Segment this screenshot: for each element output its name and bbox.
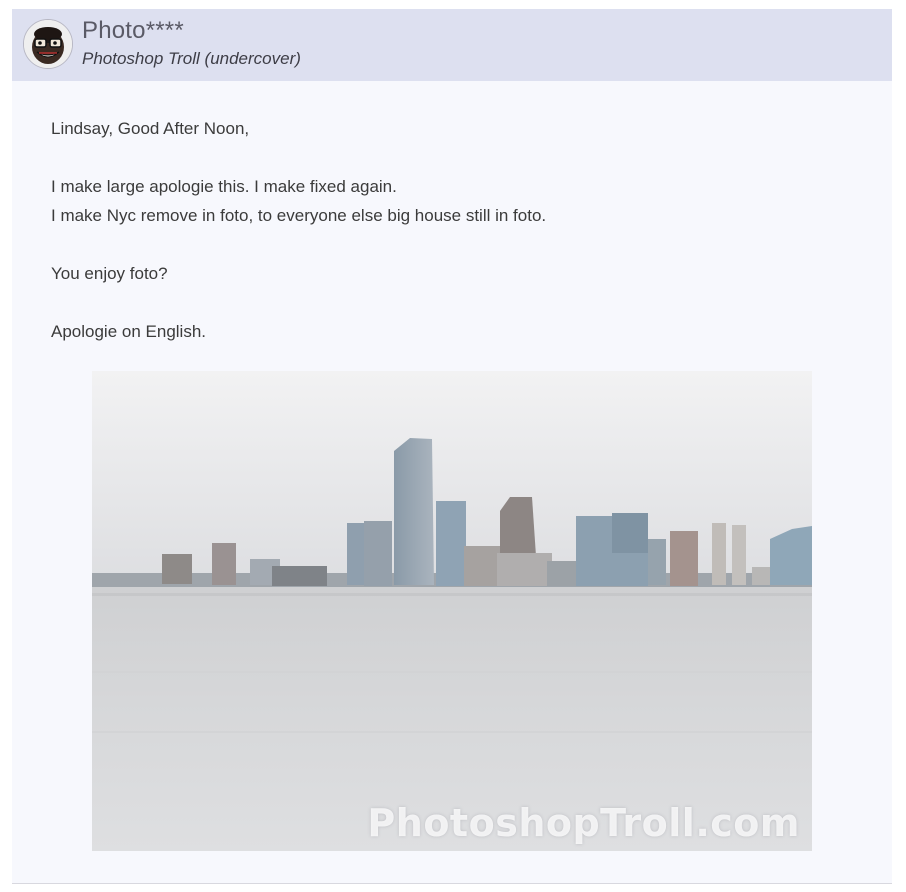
message-line: I make large apologie this. I make fixed… bbox=[51, 177, 397, 196]
troll-face-avatar-icon[interactable] bbox=[23, 19, 73, 69]
greeting-line: Lindsay, Good After Noon, bbox=[51, 119, 250, 138]
message-header: Photo**** Photoshop Troll (undercover) bbox=[12, 9, 892, 81]
sender-subtitle: Photoshop Troll (undercover) bbox=[82, 49, 301, 68]
message-line: You enjoy foto? bbox=[51, 264, 168, 283]
message-body: Lindsay, Good After Noon, I make large a… bbox=[51, 114, 851, 346]
message-line: I make Nyc remove in foto, to everyone e… bbox=[51, 206, 547, 225]
message-line: Apologie on English. bbox=[51, 322, 207, 341]
photo-watermark: PhotoshopTroll.com bbox=[367, 801, 800, 845]
skyline-photo-image bbox=[92, 371, 812, 851]
sender-name: Photo**** bbox=[82, 17, 184, 44]
message-card: Photo**** Photoshop Troll (undercover) L… bbox=[12, 9, 892, 884]
attached-skyline-photo[interactable]: PhotoshopTroll.com bbox=[92, 371, 812, 851]
